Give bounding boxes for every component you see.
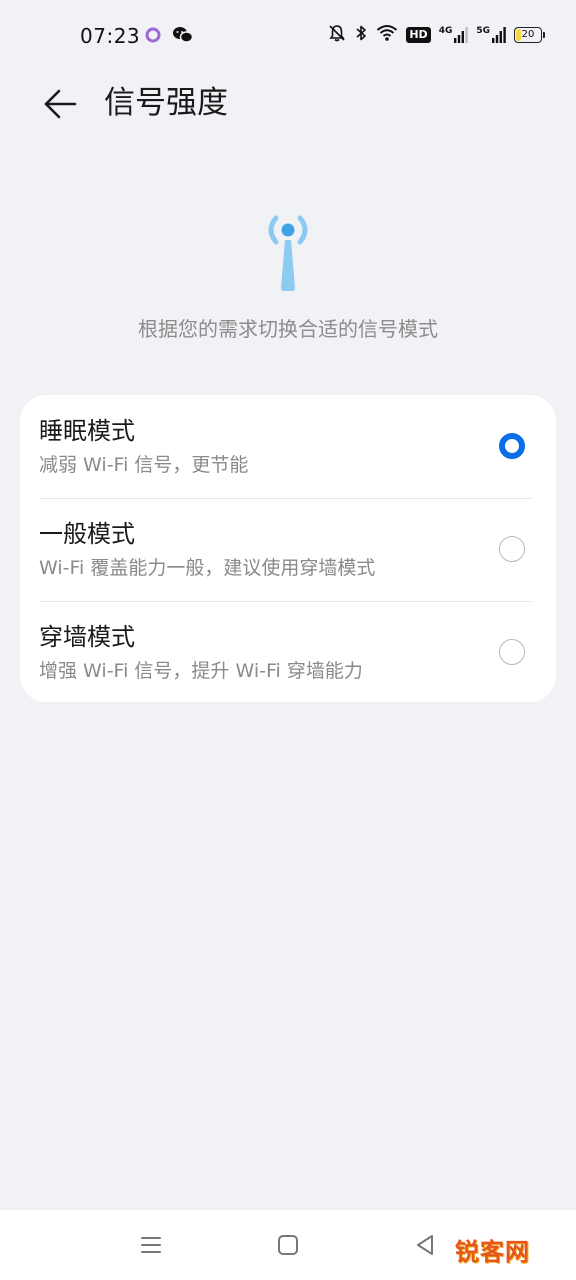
back-nav-button[interactable] xyxy=(410,1230,440,1260)
battery-level: 20 xyxy=(521,29,535,40)
signal-bars-icon xyxy=(492,27,506,43)
option-description: 增强 Wi-Fi 信号，提升 Wi-Fi 穿墙能力 xyxy=(39,660,363,682)
status-time: 07:23 xyxy=(80,24,141,48)
net-type-label: 4G xyxy=(438,26,453,36)
option-title: 一般模式 xyxy=(39,520,135,548)
signal-bars-icon xyxy=(454,27,469,43)
bluetooth-icon xyxy=(354,24,368,46)
option-wall-penetration-mode[interactable]: 穿墙模式 增强 Wi-Fi 信号，提升 Wi-Fi 穿墙能力 xyxy=(20,601,556,702)
menu-button[interactable] xyxy=(136,1230,166,1260)
app-notification-icon xyxy=(144,26,162,48)
battery-icon: 20 xyxy=(514,27,545,43)
net-type-label: 5G xyxy=(476,26,490,36)
back-arrow-icon xyxy=(44,89,77,119)
system-nav-bar: 锐客网 xyxy=(0,1210,576,1280)
signal-tower-icon xyxy=(258,208,318,296)
battery-tip xyxy=(543,32,545,38)
status-notification-icons xyxy=(144,26,194,48)
option-title: 穿墙模式 xyxy=(39,623,135,651)
cellular-signal-2: 5G xyxy=(476,27,506,43)
wifi-icon xyxy=(376,24,398,46)
radio-button[interactable] xyxy=(499,536,525,562)
status-system-icons: HD 4G 5G 20 xyxy=(328,24,545,46)
option-description: 减弱 Wi-Fi 信号，更节能 xyxy=(39,454,249,476)
home-button[interactable] xyxy=(273,1230,303,1260)
signal-mode-list: 睡眠模式 减弱 Wi-Fi 信号，更节能 一般模式 Wi-Fi 覆盖能力一般，建… xyxy=(20,395,556,702)
option-sleep-mode[interactable]: 睡眠模式 减弱 Wi-Fi 信号，更节能 xyxy=(20,395,556,498)
option-normal-mode[interactable]: 一般模式 Wi-Fi 覆盖能力一般，建议使用穿墙模式 xyxy=(20,498,556,601)
status-bar: 07:23 HD 4G 5G 20 xyxy=(0,0,576,72)
page-title: 信号强度 xyxy=(104,85,228,121)
hero-description: 根据您的需求切换合适的信号模式 xyxy=(138,317,438,341)
watermark-logo: 锐客网 xyxy=(455,1238,530,1266)
back-triangle-icon xyxy=(417,1235,433,1255)
cellular-signal-1: 4G xyxy=(439,27,469,43)
battery-fill xyxy=(516,29,521,41)
app-header: 信号强度 xyxy=(0,72,576,136)
home-square-icon xyxy=(278,1235,298,1255)
option-title: 睡眠模式 xyxy=(39,417,135,445)
mute-bell-icon xyxy=(328,24,346,46)
hd-voice-badge: HD xyxy=(406,27,431,43)
menu-icon xyxy=(141,1237,161,1253)
radio-button[interactable] xyxy=(499,639,525,665)
radio-button[interactable] xyxy=(499,433,525,459)
option-description: Wi-Fi 覆盖能力一般，建议使用穿墙模式 xyxy=(39,557,376,579)
wechat-icon xyxy=(172,26,194,48)
back-button[interactable] xyxy=(36,80,84,128)
